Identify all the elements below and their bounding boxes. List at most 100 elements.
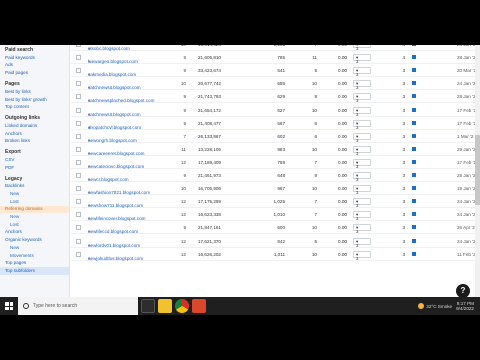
- links-dropdown[interactable]: 3 ▾: [353, 211, 371, 221]
- weather-widget[interactable]: 32°C Smoke: [418, 303, 452, 309]
- row-checkbox[interactable]: [76, 81, 81, 87]
- ahrefs-rank: 16,623,338: [198, 212, 221, 218]
- status-bar-icon: [412, 55, 416, 60]
- links-dropdown[interactable]: 3 ▾: [353, 80, 371, 90]
- sidebar-link[interactable]: Anchors: [0, 229, 69, 237]
- referring-domains-count: 1,010: [273, 212, 286, 218]
- sidebar-link[interactable]: Paid pages: [0, 69, 69, 77]
- links-dropdown[interactable]: 3 ▾: [353, 106, 371, 117]
- links-dropdown[interactable]: 3 ▾: [353, 172, 371, 182]
- sidebar-link[interactable]: Top content: [0, 103, 69, 111]
- taskbar-search-input[interactable]: Type here to search: [18, 297, 138, 315]
- domain-rating: 9: [183, 55, 186, 61]
- row-checkbox[interactable]: [76, 45, 81, 47]
- help-button[interactable]: ?: [456, 284, 470, 298]
- start-button[interactable]: [0, 297, 18, 315]
- first-seen-date: 11 Feb '2: [457, 251, 476, 257]
- first-seen-date: 24 Jan '2: [457, 238, 476, 244]
- sidebar-link[interactable]: PDF: [0, 164, 69, 172]
- sidebar-link[interactable]: Best by links' growth: [0, 96, 69, 104]
- links-dropdown[interactable]: 3 ▾: [353, 93, 371, 103]
- sidebar-link[interactable]: Anchors: [0, 130, 69, 138]
- domain-rating: 9: [183, 107, 186, 113]
- dropdown-caret-icon[interactable]: ▾: [88, 256, 90, 262]
- sidebar-link[interactable]: New: [0, 190, 69, 198]
- sidebar-link[interactable]: Movements: [0, 252, 69, 260]
- ahrefs-rank: 21,743,793: [198, 94, 221, 100]
- referring-domains-count: 1,011: [273, 251, 285, 257]
- links-dropdown[interactable]: 3 ▾: [353, 45, 371, 51]
- sidebar-link[interactable]: CSV: [0, 156, 69, 164]
- scrollbar-thumb[interactable]: [475, 135, 480, 205]
- row-checkbox[interactable]: [76, 199, 81, 205]
- sidebar-link[interactable]: Top subfolders: [0, 267, 69, 275]
- sidebar-link[interactable]: Top pages: [0, 259, 69, 267]
- sidebar-group: Export CSV PDF: [0, 147, 69, 171]
- sidebar-link[interactable]: Broken links: [0, 138, 69, 146]
- table-row: cakmedia.blogspot.com ▾ 9 33,423,674 541 5 0.…: [71, 64, 480, 78]
- row-checkbox[interactable]: [76, 186, 81, 192]
- referring-domains-count: 648: [277, 173, 285, 178]
- row-checkbox[interactable]: [76, 212, 81, 218]
- search-placeholder: Type here to search: [33, 303, 78, 309]
- referring-domains-count: 541: [277, 68, 285, 74]
- task-view-icon[interactable]: [141, 299, 155, 313]
- taskbar-clock[interactable]: 8:17 PM 9/4/2022: [456, 301, 474, 312]
- row-checkbox[interactable]: [76, 251, 81, 257]
- sidebar-link[interactable]: Lost: [0, 198, 69, 206]
- sidebar-link[interactable]: New: [0, 244, 69, 252]
- first-seen-date: 17 Feb '2: [457, 120, 477, 126]
- status-bar-icon: [412, 133, 416, 138]
- row-checkbox[interactable]: [76, 120, 81, 126]
- links-dropdown[interactable]: 3 ▾: [353, 250, 371, 261]
- status-bar-icon: [412, 81, 416, 86]
- file-explorer-icon[interactable]: [158, 299, 172, 313]
- row-checkbox[interactable]: [76, 159, 81, 165]
- referring-domains-table: olsobc.blogspot.com ▾1016,014,6241,00370…: [71, 45, 480, 315]
- row-checkbox[interactable]: [76, 133, 81, 139]
- system-tray: 32°C Smoke 8:17 PM 9/4/2022: [418, 301, 480, 312]
- linked-domains-count: 6: [314, 133, 317, 139]
- row-checkbox[interactable]: [76, 173, 81, 178]
- ahrefs-rank: 21,654,172: [198, 107, 221, 113]
- referring-domains-count: 602: [277, 133, 285, 139]
- links-dropdown[interactable]: 3 ▾: [353, 237, 371, 248]
- dofollow-count: 3: [402, 199, 405, 205]
- sidebar-link[interactable]: Organic keywords: [0, 236, 69, 244]
- row-checkbox[interactable]: [76, 107, 81, 113]
- page-scrollbar[interactable]: [475, 45, 480, 315]
- row-checkbox[interactable]: [76, 55, 81, 61]
- sidebar-link[interactable]: Ads: [0, 62, 69, 70]
- links-dropdown[interactable]: 3 ▾: [353, 54, 371, 64]
- domain-rating: 9: [183, 173, 186, 178]
- links-dropdown[interactable]: 3 ▾: [353, 132, 371, 143]
- row-checkbox[interactable]: [76, 225, 81, 231]
- links-dropdown[interactable]: 3 ▾: [353, 198, 371, 208]
- links-dropdown[interactable]: 3 ▾: [353, 224, 371, 234]
- sidebar-link[interactable]: Lost: [0, 221, 69, 229]
- sidebar-link[interactable]: Best by links: [0, 88, 69, 96]
- linked-domains-count: 10: [311, 186, 317, 192]
- row-checkbox[interactable]: [76, 68, 81, 74]
- links-dropdown[interactable]: 3 ▾: [353, 185, 371, 195]
- links-dropdown[interactable]: 3 ▾: [353, 67, 371, 77]
- referring-domains-count: 842: [277, 238, 285, 244]
- app-icon[interactable]: [192, 299, 206, 313]
- referring-domains-count: 785: [277, 55, 285, 61]
- links-dropdown[interactable]: 3 ▾: [353, 145, 371, 156]
- sidebar-link[interactable]: Referring domains: [0, 205, 69, 214]
- sidebar-link[interactable]: Paid keywords: [0, 54, 69, 62]
- links-dropdown[interactable]: 3 ▾: [353, 158, 371, 169]
- sidebar-link[interactable]: Linked domains: [0, 122, 69, 130]
- sidebar-link[interactable]: Backlinks: [0, 183, 69, 191]
- domain-rating: 10: [180, 186, 186, 192]
- chrome-icon[interactable]: [175, 299, 189, 313]
- row-checkbox[interactable]: [76, 238, 81, 244]
- sidebar-link[interactable]: New: [0, 213, 69, 221]
- row-checkbox[interactable]: [76, 146, 81, 152]
- dofollow-count: 3: [402, 173, 405, 178]
- ahrefs-rank: 16,014,624: [189, 45, 221, 47]
- row-checkbox[interactable]: [76, 94, 81, 100]
- links-dropdown[interactable]: 3 ▾: [353, 119, 371, 130]
- traffic-value: 0.00: [338, 173, 347, 178]
